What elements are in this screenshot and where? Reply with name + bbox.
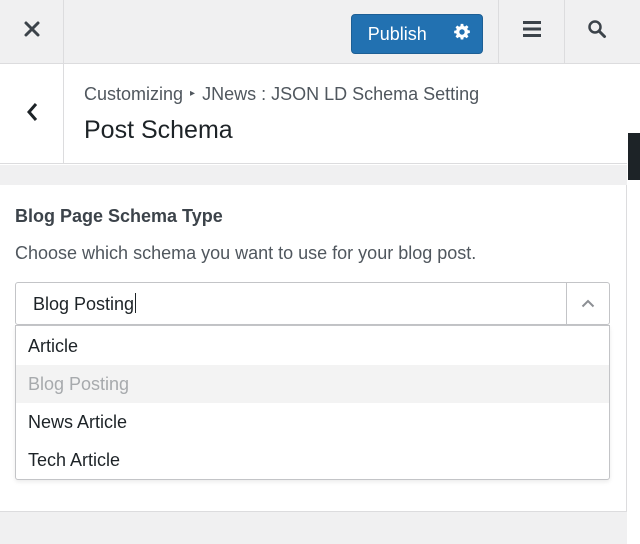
select-value: Blog Posting [33, 294, 135, 314]
chevron-up-icon [581, 295, 595, 313]
select-toggle[interactable] [566, 283, 609, 324]
publish-settings-button[interactable] [443, 15, 482, 53]
select-input[interactable]: Blog Posting [33, 293, 137, 315]
publish-button[interactable]: Publish [352, 15, 443, 53]
breadcrumb-current: JNews : JSON LD Schema Setting [202, 84, 480, 104]
breadcrumb-separator-icon: ▸ [190, 88, 196, 99]
control-title: Blog Page Schema Type [15, 206, 223, 226]
option-tech-article[interactable]: Tech Article [16, 441, 609, 479]
schema-type-select[interactable]: Blog Posting [15, 282, 610, 325]
search-icon [587, 19, 607, 44]
option-blog-posting[interactable]: Blog Posting [16, 365, 609, 403]
menu-button[interactable] [498, 0, 564, 63]
text-caret [135, 293, 137, 313]
close-icon [23, 20, 41, 43]
preview-edge-dark [628, 133, 640, 180]
option-article[interactable]: Article [16, 327, 609, 365]
customizer-header: Publish [0, 0, 640, 64]
option-news-article[interactable]: News Article [16, 403, 609, 441]
gear-icon [453, 23, 471, 46]
section-divider [0, 511, 627, 512]
publish-group: Publish [351, 14, 483, 54]
control-description: Choose which schema you want to use for … [15, 243, 477, 263]
schema-type-dropdown: Article Blog Posting News Article Tech A… [15, 325, 610, 480]
back-button[interactable] [0, 64, 64, 164]
chevron-left-icon [25, 101, 39, 128]
breadcrumb-root: Customizing [84, 84, 184, 104]
menu-icon [522, 20, 542, 43]
section-header: Customizing ▸ JNews : JSON LD Schema Set… [0, 64, 627, 164]
search-button[interactable] [564, 0, 628, 63]
page-title: Post Schema [84, 116, 233, 144]
close-button[interactable] [0, 0, 64, 63]
breadcrumb: Customizing ▸ JNews : JSON LD Schema Set… [84, 84, 479, 105]
